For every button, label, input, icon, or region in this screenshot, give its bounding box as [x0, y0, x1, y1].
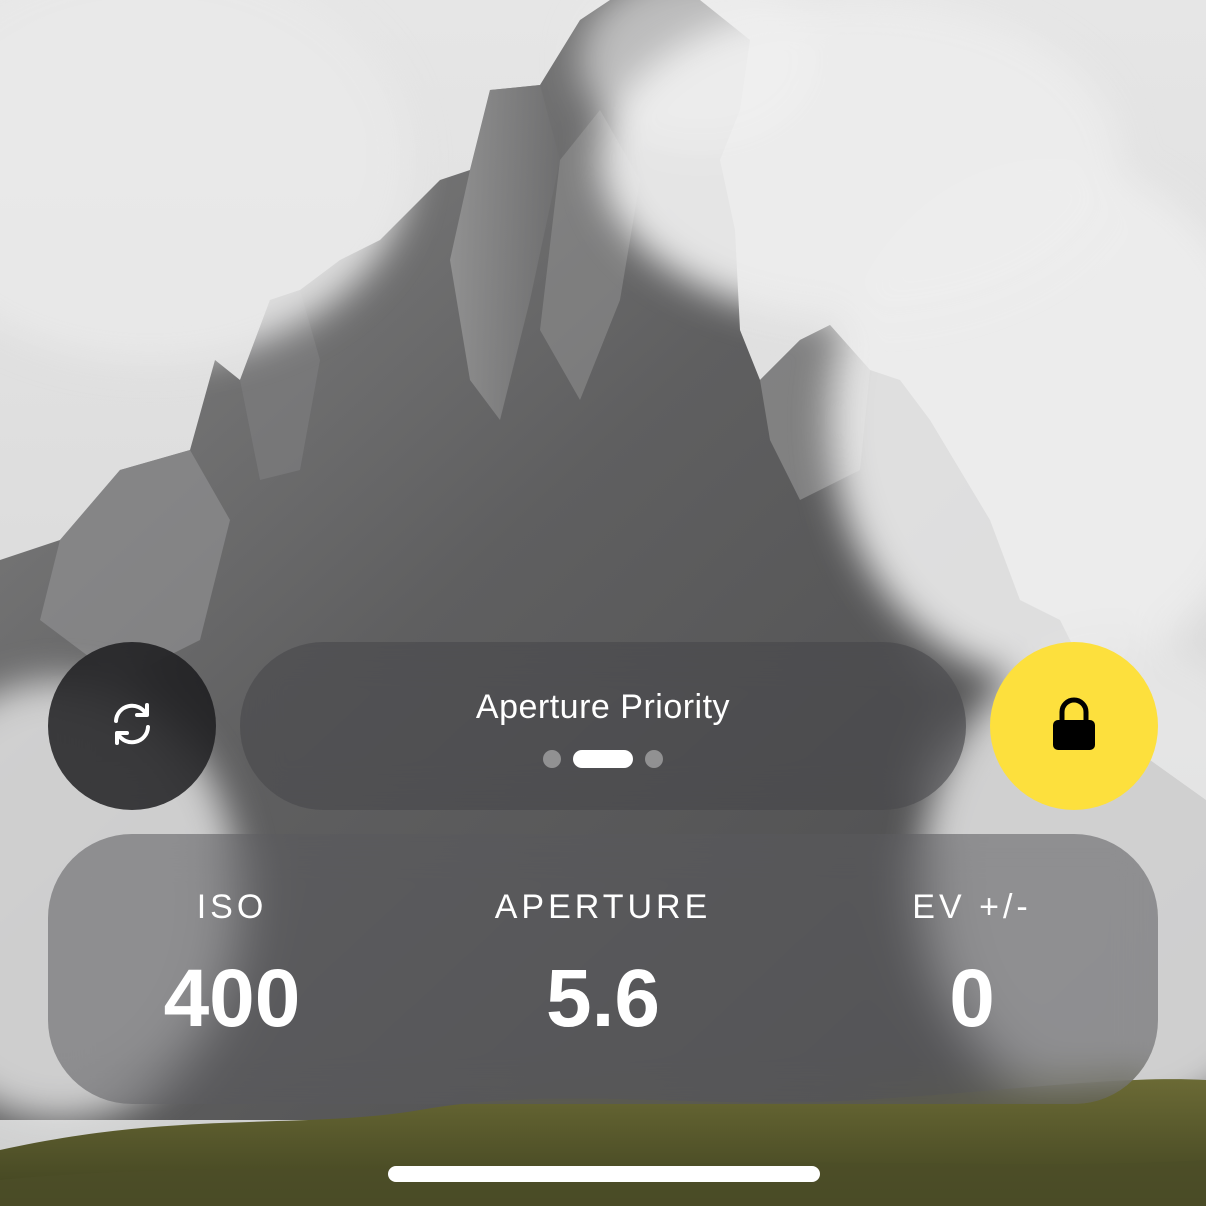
mode-page-indicator[interactable]: [240, 750, 966, 768]
page-dot-active[interactable]: [573, 750, 633, 768]
iso-setting[interactable]: ISO 400: [82, 834, 382, 1104]
iso-value[interactable]: 400: [82, 952, 382, 1046]
ev-setting[interactable]: EV +/- 0: [822, 834, 1122, 1104]
lock-button[interactable]: [990, 642, 1158, 810]
ev-label: EV +/-: [912, 888, 1032, 926]
aperture-label: APERTURE: [494, 888, 712, 926]
ev-value[interactable]: 0: [822, 952, 1122, 1046]
refresh-icon: [108, 700, 156, 753]
iso-label: ISO: [196, 888, 268, 926]
page-dot[interactable]: [645, 750, 663, 768]
aperture-setting[interactable]: APERTURE 5.6: [453, 834, 753, 1104]
switch-camera-button[interactable]: [48, 642, 216, 810]
exposure-settings-panel: ISO 400 APERTURE 5.6 EV +/- 0: [48, 834, 1158, 1104]
mode-label: Aperture Priority: [475, 688, 731, 726]
page-dot[interactable]: [543, 750, 561, 768]
aperture-value[interactable]: 5.6: [453, 952, 753, 1046]
home-indicator[interactable]: [388, 1166, 820, 1182]
lock-icon: [1051, 696, 1097, 757]
